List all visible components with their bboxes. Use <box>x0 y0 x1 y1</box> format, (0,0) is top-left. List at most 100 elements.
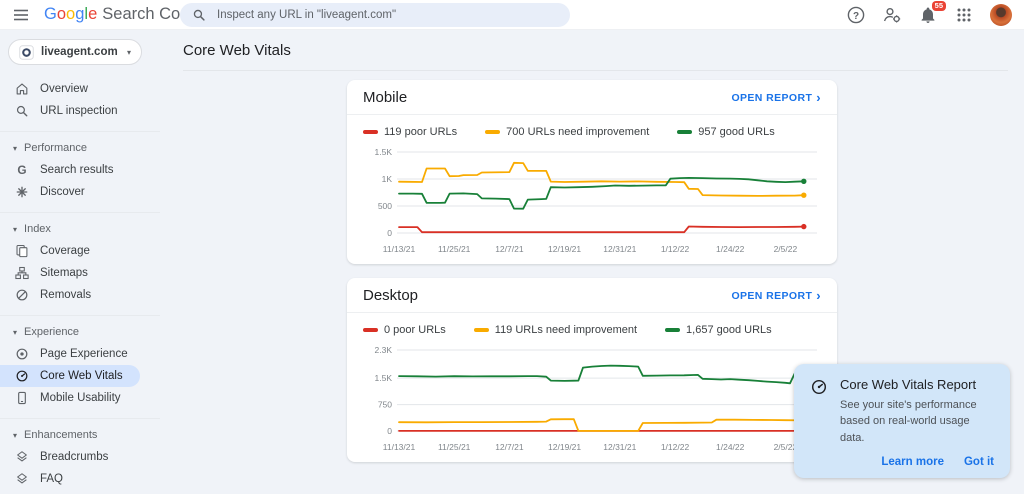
coverage-icon <box>15 244 29 258</box>
sidebar-item-mobile-usability[interactable]: Mobile Usability <box>0 387 140 409</box>
phone-icon <box>15 391 29 405</box>
chevron-right-icon: › <box>816 91 821 104</box>
sidebar-item-core-web-vitals[interactable]: Core Web Vitals <box>0 365 140 387</box>
sidebar-section-enhancements[interactable]: ▾ Enhancements <box>0 424 160 446</box>
svg-text:11/13/21: 11/13/21 <box>383 244 416 254</box>
sidebar: liveagent.com ▾ OverviewURL inspection▾P… <box>0 30 160 494</box>
g-icon: G <box>15 163 29 177</box>
sitemaps-icon <box>15 266 29 280</box>
sidebar-item-page-experience[interactable]: Page Experience <box>0 343 140 365</box>
svg-text:12/31/21: 12/31/21 <box>603 244 636 254</box>
svg-text:?: ? <box>853 11 859 22</box>
legend-item-needs-improvement: 700 URLs need improvement <box>485 126 649 138</box>
sidebar-item-breadcrumbs[interactable]: Breadcrumbs <box>0 446 140 468</box>
sidebar-item-how-to[interactable]: How-to <box>0 490 140 494</box>
caret-down-icon: ▾ <box>13 328 17 337</box>
sidebar-item-url-inspection[interactable]: URL inspection <box>0 100 140 122</box>
removals-icon <box>15 288 29 302</box>
legend-label: 0 poor URLs <box>384 324 446 336</box>
legend-label: 957 good URLs <box>698 126 774 138</box>
user-avatar[interactable] <box>990 4 1012 26</box>
svg-text:1/12/22: 1/12/22 <box>661 442 690 452</box>
search-icon <box>192 8 206 22</box>
desktop-line-chart: 07501.5K2.3K11/13/2111/25/2112/7/2112/19… <box>363 338 821 458</box>
sidebar-item-removals[interactable]: Removals <box>0 284 140 306</box>
sidebar-item-faq[interactable]: FAQ <box>0 468 140 490</box>
sidebar-item-label: Search results <box>40 164 114 176</box>
svg-text:12/7/21: 12/7/21 <box>495 244 524 254</box>
page-experience-icon <box>15 347 29 361</box>
section-label: Performance <box>24 142 87 154</box>
sidebar-item-label: Overview <box>40 83 88 95</box>
legend-dash-icon <box>363 328 378 332</box>
caret-down-icon: ▾ <box>127 48 131 57</box>
section-label: Experience <box>24 326 79 338</box>
svg-text:12/19/21: 12/19/21 <box>548 244 581 254</box>
svg-text:1K: 1K <box>382 174 393 184</box>
url-inspect-searchbar[interactable] <box>180 3 570 27</box>
legend-label: 119 poor URLs <box>384 126 457 138</box>
core-web-vitals-promo-popup: Core Web Vitals Report See your site's p… <box>794 364 1010 479</box>
sidebar-item-label: Page Experience <box>40 348 128 360</box>
svg-text:12/31/21: 12/31/21 <box>603 442 636 452</box>
legend-item-poor: 119 poor URLs <box>363 126 457 138</box>
chart-legend: 119 poor URLs 700 URLs need improvement 95… <box>347 115 837 140</box>
top-app-bar: Google Search Console ? 55 <box>0 0 1024 30</box>
svg-text:2.3K: 2.3K <box>375 345 393 355</box>
svg-text:1.5K: 1.5K <box>375 147 393 157</box>
sidebar-item-label: Discover <box>40 186 85 198</box>
svg-text:2/5/22: 2/5/22 <box>774 244 798 254</box>
svg-text:750: 750 <box>378 400 392 410</box>
sidebar-item-label: URL inspection <box>40 105 118 117</box>
sidebar-section-performance[interactable]: ▾Performance <box>0 137 160 159</box>
legend-item-needs-improvement: 119 URLs need improvement <box>474 324 637 336</box>
sidebar-item-discover[interactable]: Discover <box>0 181 140 203</box>
caret-down-icon: ▾ <box>13 225 17 234</box>
home-icon <box>15 82 29 96</box>
sidebar-item-overview[interactable]: Overview <box>0 78 140 100</box>
sidebar-item-label: Sitemaps <box>40 267 88 279</box>
legend-dash-icon <box>665 328 680 332</box>
sidebar-item-sitemaps[interactable]: Sitemaps <box>0 262 140 284</box>
legend-item-poor: 0 poor URLs <box>363 324 446 336</box>
notifications-bell-icon[interactable]: 55 <box>918 5 938 25</box>
legend-label: 700 URLs need improvement <box>506 126 649 138</box>
property-selector[interactable]: liveagent.com ▾ <box>8 39 142 65</box>
svg-text:1/24/22: 1/24/22 <box>716 244 745 254</box>
popup-body: See your site's performance based on rea… <box>840 397 994 447</box>
google-apps-grid-icon[interactable] <box>954 5 974 25</box>
caret-down-icon: ▾ <box>13 431 17 440</box>
sidebar-section-experience[interactable]: ▾ Experience <box>0 321 160 343</box>
search-icon <box>15 104 29 118</box>
svg-text:0: 0 <box>387 228 392 238</box>
open-report-link[interactable]: OPEN REPORT › <box>731 289 821 302</box>
chart-legend: 0 poor URLs 119 URLs need improvement 1,65… <box>347 313 837 338</box>
svg-text:1/12/22: 1/12/22 <box>661 244 690 254</box>
svg-text:0: 0 <box>387 426 392 436</box>
svg-text:1.5K: 1.5K <box>375 373 393 383</box>
sidebar-item-label: Removals <box>40 289 91 301</box>
svg-text:12/7/21: 12/7/21 <box>495 442 524 452</box>
legend-dash-icon <box>474 328 489 332</box>
gauge-icon <box>15 369 29 383</box>
got-it-button[interactable]: Got it <box>964 456 994 468</box>
hamburger-menu-icon[interactable] <box>12 6 30 24</box>
sidebar-section-index[interactable]: ▾Index <box>0 218 160 240</box>
search-input[interactable] <box>215 8 558 22</box>
svg-text:G: G <box>17 163 26 177</box>
open-report-link[interactable]: OPEN REPORT › <box>731 91 821 104</box>
legend-dash-icon <box>485 130 500 134</box>
learn-more-button[interactable]: Learn more <box>881 456 944 468</box>
google-logo: Google <box>44 5 97 24</box>
sidebar-item-label: Mobile Usability <box>40 392 121 404</box>
page-title: Core Web Vitals <box>160 42 1024 59</box>
sidebar-item-coverage[interactable]: Coverage <box>0 240 140 262</box>
help-icon[interactable]: ? <box>846 5 866 25</box>
legend-label: 1,657 good URLs <box>686 324 772 336</box>
section-label: Enhancements <box>24 429 97 441</box>
card-title: Desktop <box>363 287 418 304</box>
legend-label: 119 URLs need improvement <box>495 324 637 336</box>
sidebar-item-search-results[interactable]: G Search results <box>0 159 140 181</box>
user-settings-icon[interactable] <box>882 5 902 25</box>
svg-text:12/19/21: 12/19/21 <box>548 442 581 452</box>
